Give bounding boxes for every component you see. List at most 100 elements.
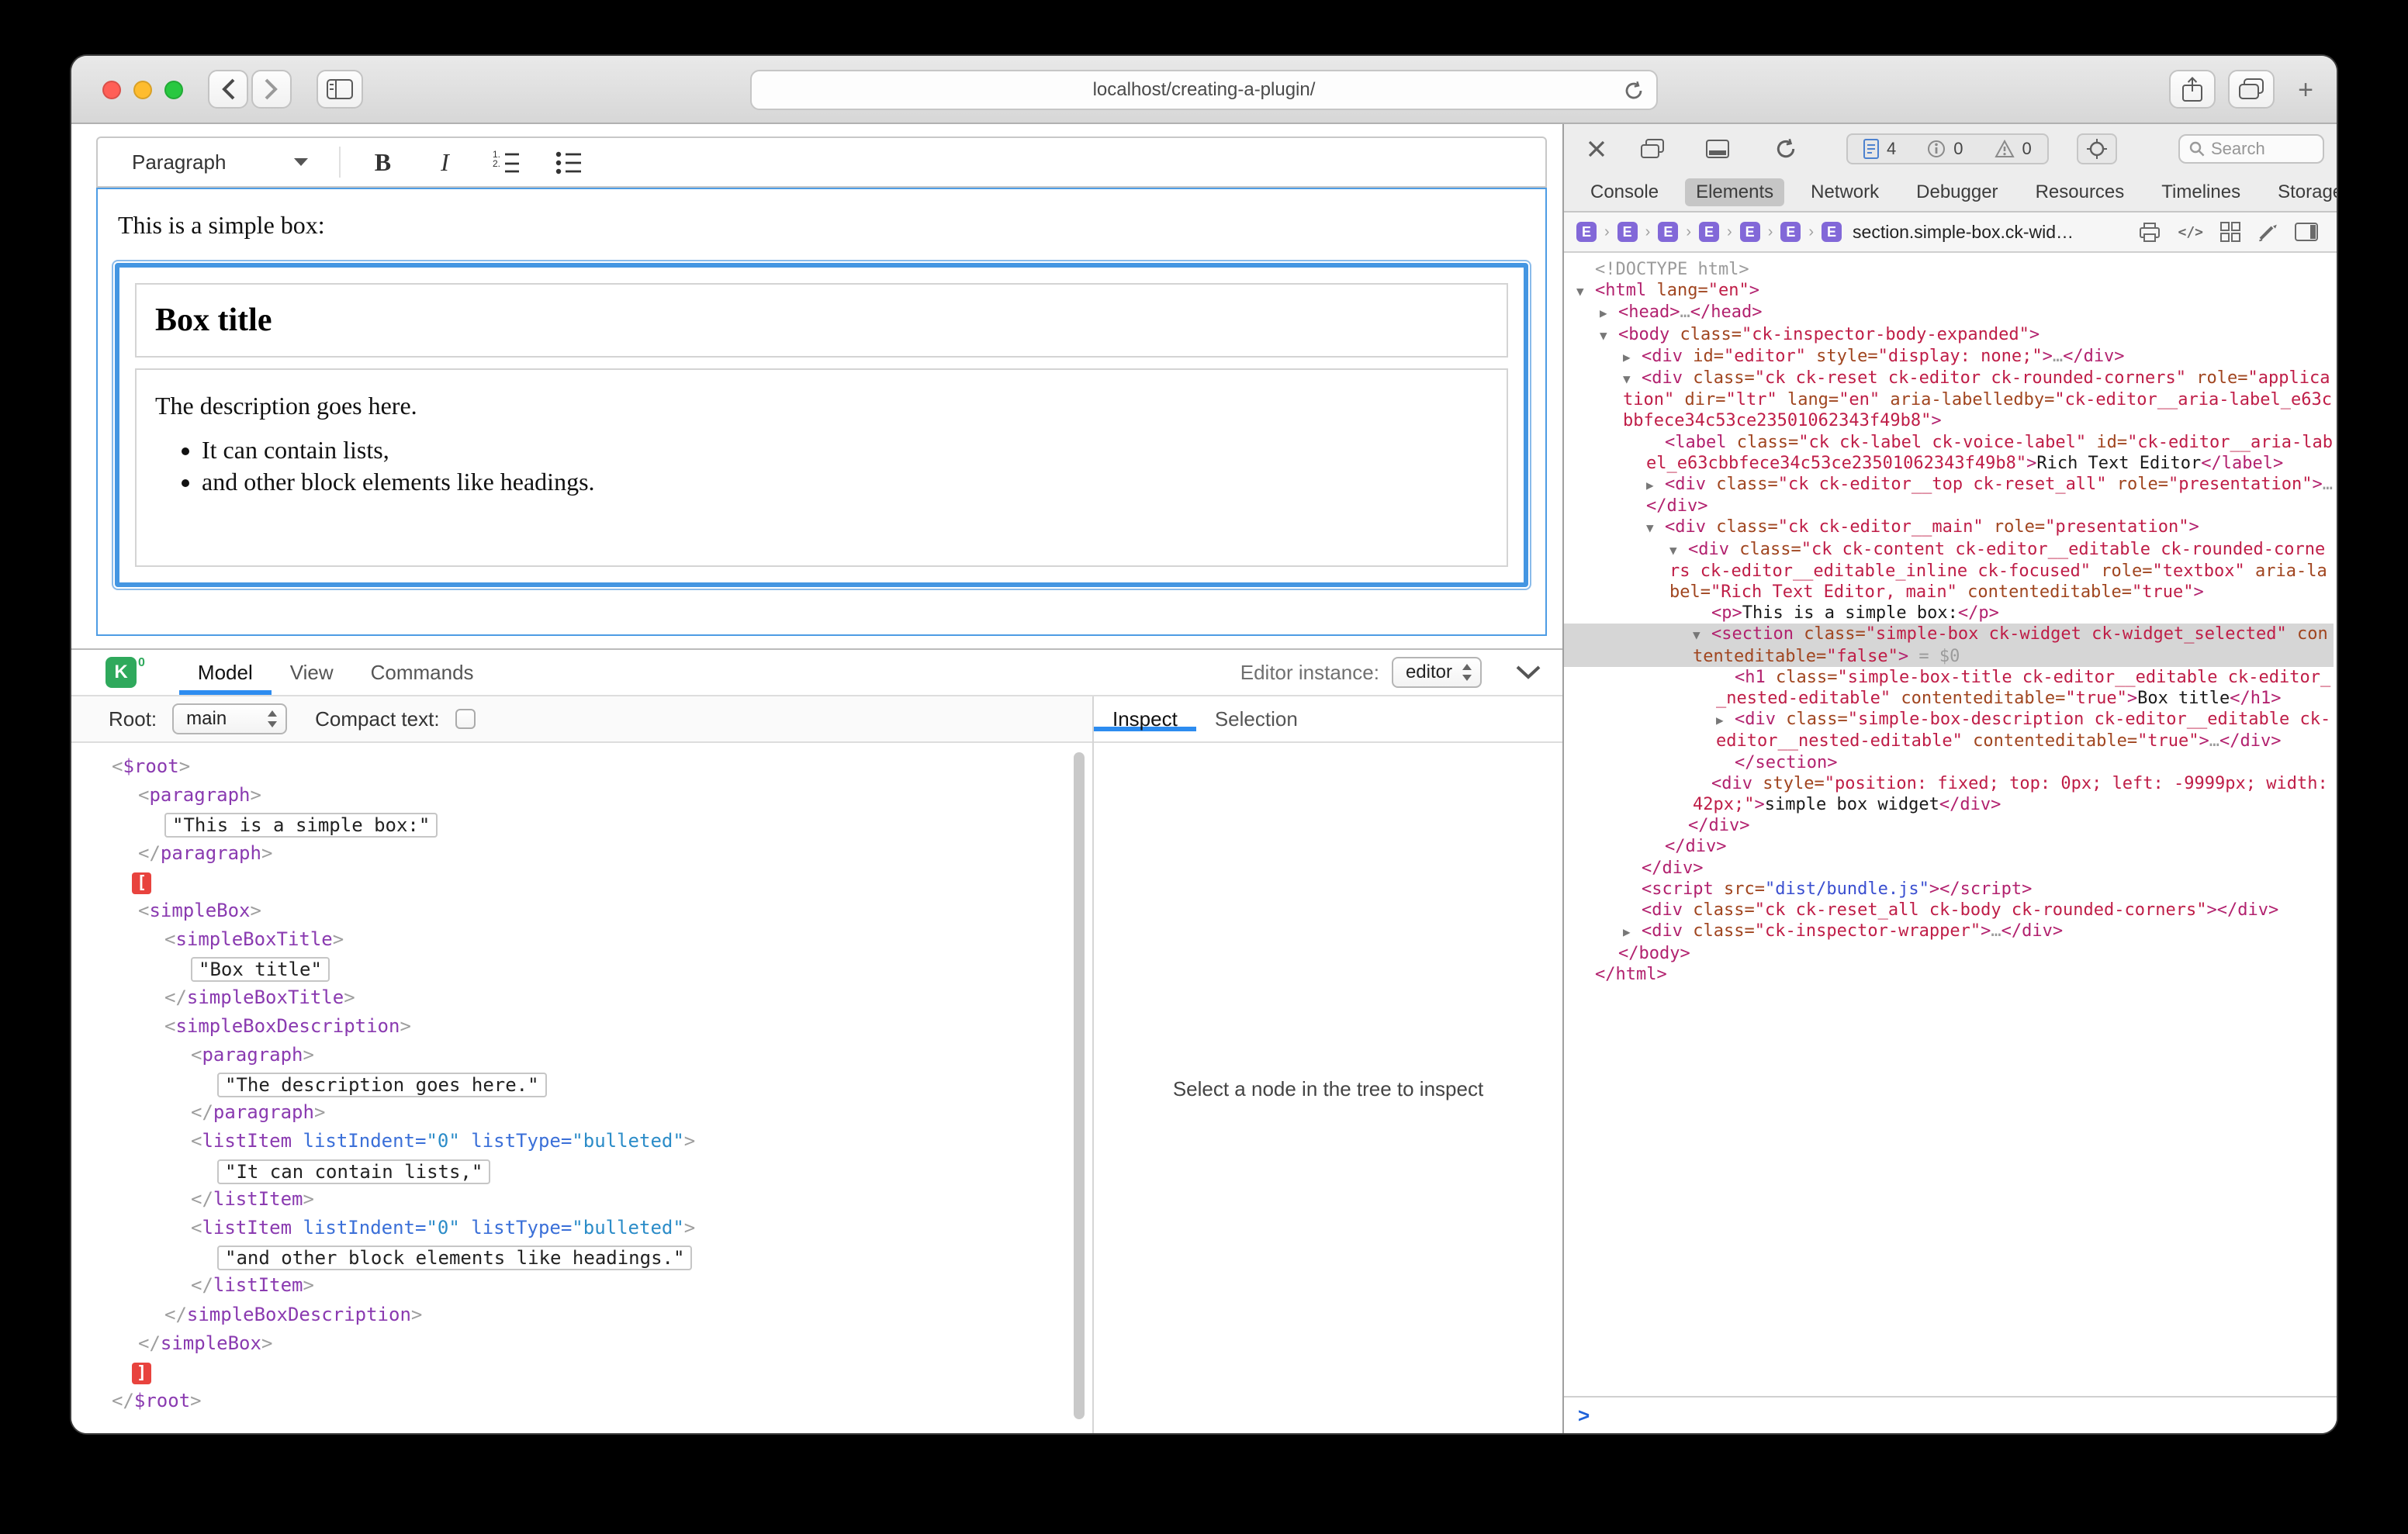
model-tree-line[interactable]: <listItem listIndent="0" listType="bulle… — [71, 1217, 1092, 1246]
model-tree-line[interactable]: <simpleBox> — [71, 900, 1092, 928]
numbered-list-button[interactable]: 1.2. — [486, 142, 527, 182]
model-tree-line[interactable]: "This is a simple box:" — [71, 813, 1092, 841]
element-picker-button[interactable] — [2077, 133, 2117, 164]
dom-tree-node[interactable]: </div> — [1564, 815, 2334, 836]
model-tree-line[interactable]: <paragraph> — [71, 1044, 1092, 1073]
dom-tree-node[interactable]: </section> — [1564, 752, 2334, 773]
element-badge[interactable]: E — [1699, 222, 1719, 242]
warnings-count[interactable]: 0 — [1979, 139, 2047, 159]
devtools-tab-timelines[interactable]: Timelines — [2150, 178, 2251, 206]
root-select[interactable]: main — [172, 703, 287, 734]
dom-tree-node[interactable]: </html> — [1564, 964, 2334, 985]
ck-tab-commands[interactable]: Commands — [352, 650, 493, 695]
model-tree-line[interactable]: </simpleBoxTitle> — [71, 986, 1092, 1015]
dom-tree-node[interactable]: ▼<html lang="en"> — [1564, 280, 2334, 302]
close-inspector-button[interactable] — [1579, 132, 1614, 166]
model-tree-line[interactable]: <simpleBoxTitle> — [71, 928, 1092, 957]
dom-tree-node[interactable]: <div class="ck ck-reset_all ck-body ck-r… — [1564, 900, 2334, 921]
reload-button[interactable] — [1624, 81, 1644, 101]
model-tree-line[interactable]: ] — [71, 1361, 1092, 1390]
dom-tree-node[interactable]: ▼<div class="ck ck-editor__main" role="p… — [1564, 517, 2334, 538]
simple-box-title[interactable]: Box title — [135, 283, 1508, 358]
quick-console[interactable]: > — [1564, 1396, 2337, 1433]
side-tab-selection[interactable]: Selection — [1196, 707, 1316, 731]
devtools-tab-debugger[interactable]: Debugger — [1905, 178, 2008, 206]
model-tree-line[interactable]: "The description goes here." — [71, 1073, 1092, 1101]
dom-tree-node[interactable]: ▶<head>…</head> — [1564, 302, 2334, 323]
dom-tree-node[interactable]: </div> — [1564, 836, 2334, 857]
layout-grid-button[interactable] — [2220, 222, 2240, 242]
issues-count[interactable]: 0 — [1912, 139, 1978, 159]
editor-instance-select[interactable]: editor — [1392, 657, 1482, 688]
address-bar[interactable]: localhost/creating-a-plugin/ — [750, 70, 1658, 110]
dom-tree-node[interactable]: <!DOCTYPE html> — [1564, 259, 2334, 280]
model-tree-line[interactable]: </simpleBox> — [71, 1332, 1092, 1361]
model-tree-line[interactable]: </$root> — [71, 1390, 1092, 1418]
dom-tree-node[interactable]: </body> — [1564, 943, 2334, 964]
element-badge[interactable]: E — [1780, 222, 1801, 242]
ck-tab-view[interactable]: View — [272, 650, 352, 695]
model-tree-line[interactable]: "Box title" — [71, 957, 1092, 986]
ck-tab-model[interactable]: Model — [179, 650, 272, 695]
model-tree-line[interactable]: </listItem> — [71, 1274, 1092, 1303]
search-input[interactable]: Search — [2178, 134, 2324, 164]
devtools-tab-network[interactable]: Network — [1800, 178, 1890, 206]
model-tree-line[interactable]: <paragraph> — [71, 784, 1092, 813]
element-badge[interactable]: E — [1740, 222, 1760, 242]
simple-box-description[interactable]: The description goes here. It can contai… — [135, 368, 1508, 567]
model-tree-line[interactable]: <$root> — [71, 755, 1092, 784]
dock-bottom-button[interactable] — [1700, 132, 1735, 166]
dom-tree-node[interactable]: ▶<div class="simple-box-description ck-e… — [1564, 709, 2334, 751]
model-tree-line[interactable]: </paragraph> — [71, 1101, 1092, 1130]
dom-tree-node[interactable]: <label class="ck ck-label ck-voice-label… — [1564, 432, 2334, 474]
side-tab-inspect[interactable]: Inspect — [1094, 707, 1196, 731]
dom-tree-node[interactable]: <p>This is a simple box:</p> — [1564, 603, 2334, 624]
model-tree-line[interactable]: "and other block elements like headings.… — [71, 1246, 1092, 1274]
dom-tree-node[interactable]: </div> — [1564, 858, 2334, 879]
new-tab-button[interactable]: + — [2290, 74, 2321, 105]
dom-tree-node[interactable]: ▼<div class="ck ck-content ck-editor__ed… — [1564, 539, 2334, 603]
dock-side-button[interactable] — [1635, 132, 1669, 166]
bold-button[interactable]: B — [362, 142, 403, 182]
collapse-inspector-button[interactable] — [1516, 665, 1541, 679]
model-tree-line[interactable]: </paragraph> — [71, 842, 1092, 871]
compact-text-checkbox[interactable] — [455, 709, 476, 729]
dom-tree-node[interactable]: ▼<body class="ck-inspector-body-expanded… — [1564, 324, 2334, 346]
devtools-tab-elements[interactable]: Elements — [1685, 178, 1784, 206]
bulleted-list-button[interactable] — [548, 142, 589, 182]
model-tree-line[interactable]: [ — [71, 871, 1092, 900]
devtools-tab-storage[interactable]: Storage — [2267, 178, 2337, 206]
dom-tree-node[interactable]: <script src="dist/bundle.js"></script> — [1564, 879, 2334, 900]
dom-tree-node[interactable]: ▶<div id="editor" style="display: none;"… — [1564, 346, 2334, 368]
sidebar-toggle-button[interactable] — [317, 70, 363, 109]
devtools-tab-resources[interactable]: Resources — [2025, 178, 2136, 206]
element-badge[interactable]: E — [1576, 222, 1597, 242]
breadcrumb-label[interactable]: section.simple-box.ck-wid… — [1853, 222, 2074, 243]
share-button[interactable] — [2169, 70, 2216, 109]
show-source-button[interactable]: </> — [2178, 224, 2203, 240]
tab-overview-button[interactable] — [2228, 70, 2275, 109]
dom-tree-node[interactable]: <div style="position: fixed; top: 0px; l… — [1564, 773, 2334, 815]
element-badge[interactable]: E — [1617, 222, 1638, 242]
activity-summary[interactable]: 4 0 0 — [1846, 133, 2049, 164]
model-tree-scrollbar[interactable] — [1074, 752, 1085, 1419]
paragraph-dropdown[interactable]: Paragraph — [123, 146, 317, 179]
print-styles-button[interactable] — [2139, 222, 2161, 242]
dom-tree-node[interactable]: ▶<div class="ck ck-editor__top ck-reset_… — [1564, 474, 2334, 517]
resource-count[interactable]: 4 — [1848, 139, 1912, 159]
zoom-window-button[interactable] — [164, 81, 183, 99]
dom-tree-node[interactable]: ▼<section class="simple-box ck-widget ck… — [1564, 624, 2334, 666]
model-tree-line[interactable]: <listItem listIndent="0" listType="bulle… — [71, 1130, 1092, 1159]
dom-tree-node[interactable]: ▶<div class="ck-inspector-wrapper">…</di… — [1564, 921, 2334, 942]
dom-tree-node[interactable]: <h1 class="simple-box-title ck-editor__e… — [1564, 667, 2334, 709]
editor-editable[interactable]: This is a simple box: Box title The desc… — [96, 188, 1547, 636]
forward-button[interactable] — [251, 70, 292, 109]
model-tree-line[interactable]: "It can contain lists," — [71, 1159, 1092, 1188]
reload-page-button[interactable] — [1769, 132, 1803, 166]
simple-box-widget[interactable]: Box title The description goes here. It … — [115, 263, 1528, 587]
edit-html-button[interactable] — [2258, 222, 2278, 242]
devtools-tab-console[interactable]: Console — [1579, 178, 1669, 206]
close-window-button[interactable] — [102, 81, 121, 99]
model-tree-line[interactable]: </listItem> — [71, 1188, 1092, 1217]
model-tree-line[interactable]: </simpleBoxDescription> — [71, 1304, 1092, 1332]
